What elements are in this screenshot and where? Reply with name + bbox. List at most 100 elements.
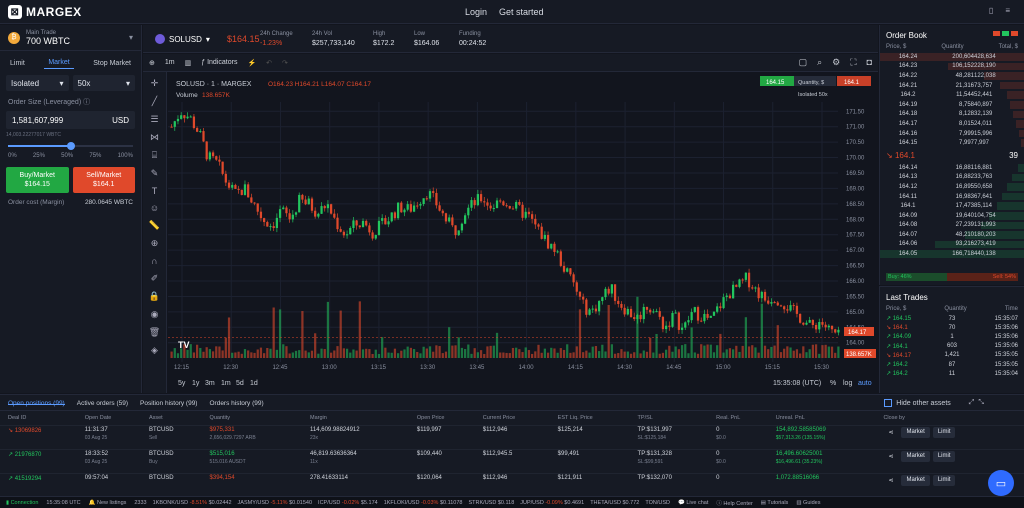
candles-icon[interactable]: ▥ [185,59,192,67]
camera-icon[interactable]: ◘ [867,57,872,68]
symbol-selector[interactable]: SOLUSD ▾ [155,34,210,44]
tab-stop-market[interactable]: Stop Market [89,58,135,69]
order-book-row[interactable]: 164.16 7,999 15,996 [880,129,1024,139]
ruler-icon[interactable]: 📏 [149,220,160,231]
redo-icon[interactable]: ↷ [282,59,288,67]
ticker-item[interactable]: ICP/USD -0.02% $5.174 [318,500,378,506]
layout-icon[interactable]: ▢ [799,57,808,68]
order-book-row[interactable]: 164.17 8,015 24,011 [880,119,1024,129]
slider-handle[interactable] [66,142,75,150]
ticker-item[interactable]: STRK/USD $0.118 [469,500,515,506]
tab-orders-history[interactable]: Orders history (99) [209,400,263,407]
order-book-row[interactable]: 164.09 19,640 104,754 [880,211,1024,221]
crosshair-icon[interactable]: ✛ [151,78,159,89]
close-market-button[interactable]: Market [901,427,930,438]
order-book-row[interactable]: 164.2 11,544 52,441 [880,90,1024,100]
tab-open-positions[interactable]: Open positions (99) [8,400,65,407]
range-5y[interactable]: 5y [178,380,186,387]
share-icon[interactable]: ⋖ [883,475,898,486]
mark-75[interactable]: 75% [89,153,101,159]
interval-button[interactable]: 1m [165,59,175,66]
range-5d[interactable]: 5d [236,380,244,387]
mark-50[interactable]: 50% [61,153,73,159]
position-row[interactable]: ↘ 13069826 11:31:37 03 Aug 25 BTCUSD Sell $97… [0,425,1024,450]
order-book-row[interactable]: 164.24 200,604 428,634 [880,52,1024,62]
price-chart[interactable]: 171.50 171.00 170.50 170.00 169.50 169.00 168.… [168,72,878,393]
order-book-row[interactable]: 164.1 17,473 85,114 [880,201,1024,211]
range-3m[interactable]: 3m [205,380,215,387]
zoom-icon[interactable]: ⊕ [151,238,159,249]
ticker-item[interactable]: TON/USD [645,500,670,506]
hide-other-assets[interactable]: Hide other assets ⤢ ⤡ [884,399,984,407]
close-limit-button[interactable]: Limit [932,451,956,462]
log-toggle[interactable]: log [843,380,852,387]
order-book-view-toggle[interactable] [993,31,1018,40]
collapse-icon[interactable]: ⤡ [978,399,984,407]
fib-icon[interactable]: ☰ [150,114,158,125]
order-book-row[interactable]: 164.07 48,210 180,203 [880,230,1024,240]
view-asks-icon[interactable] [1011,31,1018,36]
ticker-item[interactable]: JUP/USD -0.09% $0.4691 [520,500,584,506]
lock-icon[interactable]: 🔒 [149,291,160,302]
order-book-row[interactable]: 164.13 16,882 33,763 [880,173,1024,183]
tab-active-orders[interactable]: Active orders (59) [77,400,128,407]
account-selector[interactable]: ₿ Main Trade 700 WBTC ▾ [0,25,141,51]
live-chat-link[interactable]: 💬 Live chat [678,500,708,506]
ticker-item[interactable]: THETA/USD $0.772 [590,500,639,506]
text-icon[interactable]: T [152,186,158,196]
tab-position-history[interactable]: Position history (99) [140,400,197,407]
share-icon[interactable]: ⋖ [883,451,898,462]
close-market-button[interactable]: Market [901,451,930,462]
brand-logo[interactable]: ⊠ MARGEX [8,5,82,19]
order-size-input[interactable]: 1,581,607,999 USD [6,111,135,129]
order-book-row[interactable]: 164.08 27,239 131,993 [880,221,1024,231]
indicators-button[interactable]: ƒ Indicators [201,59,237,66]
range-1m[interactable]: 1m [221,380,231,387]
order-book-row[interactable]: 164.23 106,152 228,190 [880,62,1024,72]
tab-market[interactable]: Market [44,57,74,69]
order-book-row[interactable]: 164.19 8,758 40,897 [880,100,1024,110]
add-icon[interactable]: ⊕ [149,59,155,67]
tradingview-logo-icon[interactable]: TV [178,340,190,350]
position-row[interactable]: ↗ 41519294 09:57:04 BTCUSD $394,154 278.4163… [0,473,1024,498]
layers-icon[interactable]: ◈ [151,345,158,356]
view-bids-icon[interactable] [1002,31,1009,36]
chat-bubble-button[interactable]: ▭ [988,470,1014,496]
expand-icon[interactable]: ⤢ [969,399,975,407]
order-book-row[interactable]: 164.21 21,316 73,757 [880,81,1024,91]
brush-icon[interactable]: ✎ [151,168,159,179]
mark-100[interactable]: 100% [118,153,133,159]
mark-25[interactable]: 25% [33,153,45,159]
trash-icon[interactable]: 🗑 [149,327,160,338]
pattern-icon[interactable]: ⋈ [150,132,159,143]
order-book-row[interactable]: 164.11 16,983 67,641 [880,192,1024,202]
share-icon[interactable]: ⋖ [883,427,898,438]
order-book-row[interactable]: 164.18 8,128 32,139 [880,110,1024,120]
ticker-item[interactable]: 1KBONK/USD -8.51% $0.02442 [153,500,232,506]
close-limit-button[interactable]: Limit [932,475,956,486]
close-limit-button[interactable]: Limit [932,427,956,438]
chart-svg[interactable]: 171.50 171.00 170.50 170.00 169.50 169.00 168.… [168,72,878,393]
projection-icon[interactable]: ⌸ [152,150,157,161]
eye-icon[interactable]: ◉ [151,309,159,320]
sell-market-button[interactable]: Sell/Market $164.1 [72,167,135,193]
stay-drawing-icon[interactable]: ✐ [151,273,159,284]
view-both-icon[interactable] [993,31,1000,36]
alert-icon[interactable]: ⚡ [247,59,256,67]
mobile-icon[interactable]: ▯ [989,6,993,15]
buy-market-button[interactable]: Buy/Market $164.15 [6,167,69,193]
order-book-row[interactable]: 164.05 166,718 440,138 [880,249,1024,259]
range-1d[interactable]: 1d [250,380,258,387]
new-listings-button[interactable]: 🔔 New listings [89,500,127,506]
magnet-icon[interactable]: ∩ [151,256,157,266]
order-book-row[interactable]: 164.15 7,997 7,997 [880,138,1024,148]
get-started-link[interactable]: Get started [499,7,544,17]
fullscreen-icon[interactable]: ⛶ [850,57,856,68]
ticker-item[interactable]: 1KFLOKI/USD -0.03% $0.11078 [384,500,463,506]
order-book-row[interactable]: 164.12 16,895 50,658 [880,182,1024,192]
size-slider[interactable] [8,142,133,150]
tutorials-link[interactable]: ▤ Tutorials [761,500,789,506]
auto-toggle[interactable]: auto [858,380,872,387]
menu-icon[interactable]: ≡ [1005,6,1010,15]
leverage-select[interactable]: 50x ▾ [72,75,135,91]
